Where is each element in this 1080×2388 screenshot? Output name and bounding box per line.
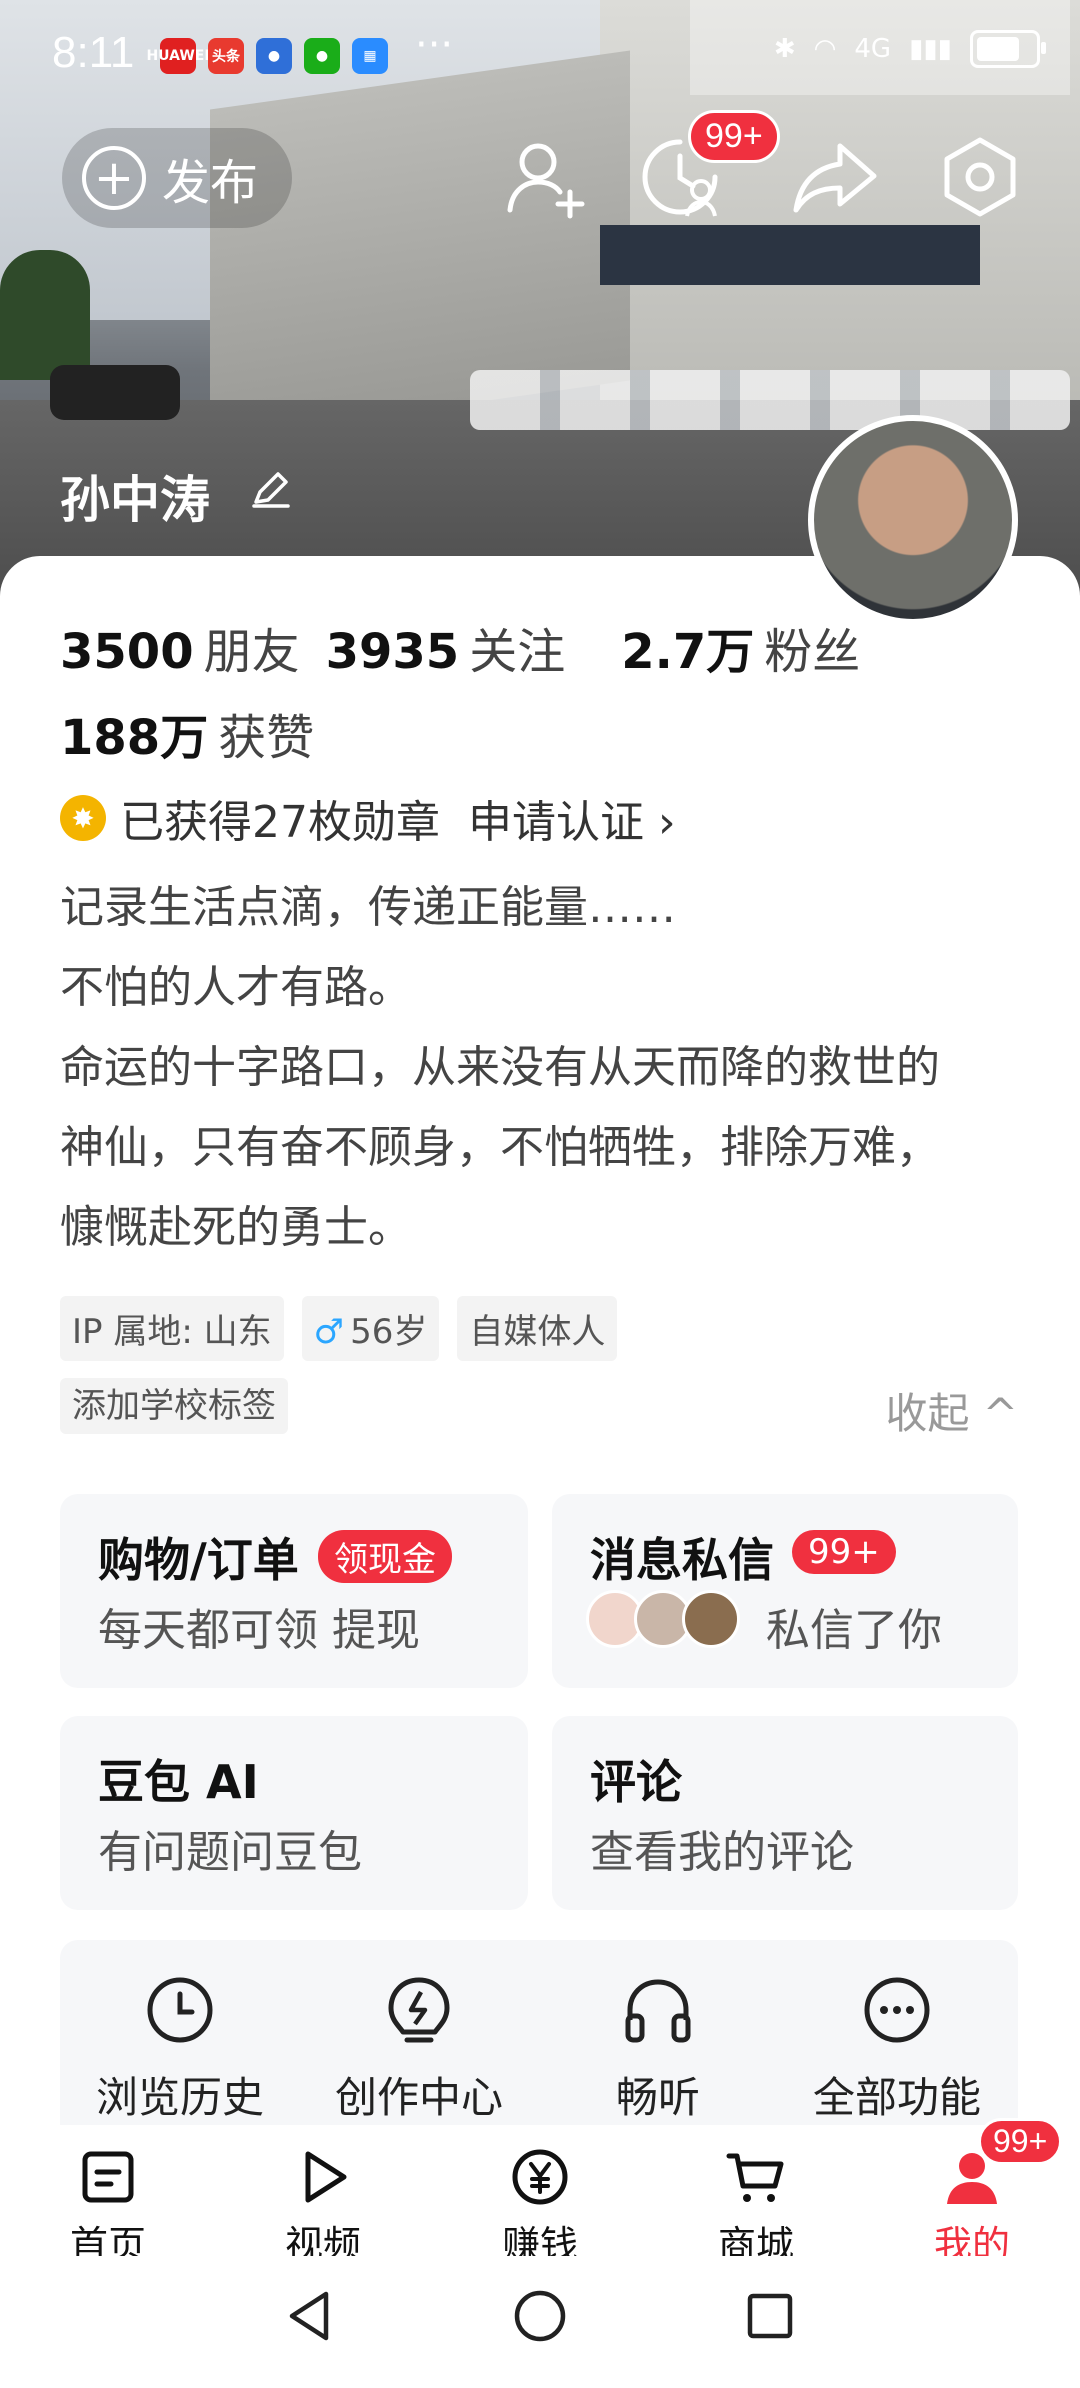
get-cash-badge: 领现金 [318, 1530, 452, 1583]
publish-label: 发布 [162, 155, 259, 211]
followers-count[interactable]: 2.7万 [621, 612, 754, 682]
messages-title: 消息私信 [590, 1533, 774, 1587]
tools-grid: 浏览历史 创作中心 畅听 全部功能 [60, 1940, 1018, 2125]
messages-badge: 99+ [792, 1530, 896, 1574]
age-tag-label: 56岁 [350, 1312, 428, 1352]
tool-history-label: 浏览历史 [95, 2073, 264, 2122]
stats-row: 3500 朋友 3935 关注 2.7万 粉丝 [60, 612, 886, 682]
ip-location-tag: IP 属地: 山东 [60, 1296, 284, 1361]
yuan-icon [512, 2149, 568, 2205]
nav-mine-badge: 99+ [978, 2118, 1063, 2165]
role-tag[interactable]: 自媒体人 [457, 1296, 618, 1361]
bio: 记录生活点滴，传递正能量…… 不怕的人才有路。 命运的十字路口，从来没有从天而降… [60, 868, 1030, 1268]
bluetooth-icon: ✱ [773, 34, 796, 64]
likes-label[interactable]: 获赞 [218, 698, 314, 768]
settings-icon[interactable] [935, 132, 1025, 222]
more-notifications-icon: ··· [415, 22, 454, 68]
following-label[interactable]: 关注 [469, 612, 565, 682]
visitors-badge: 99+ [688, 110, 780, 163]
school-tag-row: 添加学校标签 [60, 1378, 288, 1434]
huawei-app-icon: HUAWEI [146, 38, 210, 74]
app-icon: ● [256, 38, 292, 74]
battery-icon [970, 30, 1046, 68]
headphones-icon [625, 1979, 691, 2043]
friends-label[interactable]: 朋友 [204, 612, 300, 682]
bio-line: 命运的十字路口，从来没有从天而降的救世的 [60, 1042, 940, 1093]
tool-listen[interactable]: 畅听 [558, 1970, 758, 2125]
status-time: 8:11 [52, 28, 135, 77]
network-type: 4G [854, 34, 892, 64]
home-circle-icon[interactable] [510, 2286, 570, 2346]
tool-creator-center[interactable]: 创作中心 [319, 1970, 519, 2125]
profile-screen: 8:11 HUAWEI 头条 ● ● ▦ ··· ✱ ◠ 4G ▮▮▮ + 发布 [0, 0, 1080, 2388]
add-school-tag[interactable]: 添加学校标签 [60, 1378, 288, 1434]
plus-icon: + [82, 146, 146, 210]
followers-label[interactable]: 粉丝 [764, 612, 860, 682]
home-icon [82, 2151, 134, 2203]
share-icon[interactable] [790, 132, 880, 222]
comments-subtitle: 查看我的评论 [590, 1827, 854, 1878]
sender-avatar [682, 1590, 740, 1648]
back-icon[interactable] [280, 2286, 340, 2346]
tool-creator-label: 创作中心 [334, 2073, 503, 2122]
avatar[interactable] [808, 415, 1018, 625]
wechat-app-icon: ● [304, 38, 340, 74]
medals-text[interactable]: 已获得27枚勋章 [120, 786, 440, 850]
bio-line: 慷慨赴死的勇士。 [60, 1202, 412, 1253]
video-icon [305, 2151, 347, 2203]
calendar-app-icon: ▦ [352, 38, 388, 74]
status-bar: 8:11 HUAWEI 头条 ● ● ▦ ··· ✱ ◠ 4G ▮▮▮ [0, 0, 1080, 110]
doubao-ai-card[interactable]: 豆包 AI 有问题问豆包 [60, 1716, 528, 1910]
username: 孙中涛 [60, 471, 210, 529]
signal-icon: ▮▮▮ [909, 34, 952, 64]
following-count[interactable]: 3935 [326, 624, 460, 680]
bio-line: 不怕的人才有路。 [60, 962, 412, 1013]
more-icon [864, 1977, 930, 2043]
likes-row: 188万 获赞 [60, 698, 340, 768]
status-app-icons: HUAWEI 头条 ● ● ▦ [146, 38, 388, 74]
recents-icon[interactable] [740, 2286, 800, 2346]
add-friend-icon[interactable] [500, 132, 590, 222]
clock-icon [147, 1977, 213, 2043]
shopping-orders-card[interactable]: 购物/订单 领现金 每天都可领 提现 [60, 1494, 528, 1688]
nav-earn[interactable]: 赚钱 [470, 2146, 610, 2269]
status-indicators: ✱ ◠ 4G ▮▮▮ [773, 30, 1046, 68]
nav-mall[interactable]: 商城 [686, 2146, 826, 2269]
tool-listen-label: 畅听 [615, 2073, 700, 2122]
doubao-subtitle: 有问题问豆包 [98, 1827, 362, 1878]
tool-all-label: 全部功能 [812, 2073, 981, 2122]
friends-count[interactable]: 3500 [60, 624, 194, 680]
doubao-title: 豆包 AI [98, 1755, 259, 1809]
bio-line: 神仙，只有奋不顾身，不怕牺牲，排除万难， [60, 1122, 940, 1173]
toutiao-app-icon: 头条 [208, 38, 244, 74]
cart-icon [726, 2153, 784, 2202]
medal-row: ✸ 已获得27枚勋章 申请认证 › [60, 786, 676, 850]
bulb-icon [388, 1977, 450, 2043]
comments-card[interactable]: 评论 查看我的评论 [552, 1716, 1018, 1910]
shopping-subtitle: 每天都可领 提现 [98, 1605, 420, 1656]
likes-count[interactable]: 188万 [60, 698, 208, 768]
tool-all-features[interactable]: 全部功能 [797, 1970, 997, 2125]
publish-button[interactable]: + 发布 [62, 128, 293, 228]
comments-title: 评论 [590, 1755, 682, 1809]
shopping-title: 购物/订单 [98, 1533, 299, 1587]
messages-card[interactable]: 消息私信 99+ 私信了你 [552, 1494, 1018, 1688]
system-nav-bar [0, 2256, 1080, 2388]
profile-tags: IP 属地: 山东 ♂ 56岁 自媒体人 [60, 1296, 618, 1361]
messages-subtitle: 私信了你 [766, 1605, 942, 1656]
collapse-button[interactable]: 收起 ^ [885, 1380, 1018, 1441]
gender-icon: ♂ [313, 1312, 345, 1352]
wifi-icon: ◠ [813, 34, 837, 64]
nav-home[interactable]: 首页 [38, 2146, 178, 2269]
tool-history[interactable]: 浏览历史 [80, 1970, 280, 2125]
bio-line: 记录生活点滴，传递正能量…… [60, 882, 676, 933]
medal-icon: ✸ [60, 795, 106, 841]
nav-video[interactable]: 视频 [253, 2146, 393, 2269]
edit-name-icon[interactable] [248, 466, 292, 510]
age-tag[interactable]: ♂ 56岁 [301, 1296, 440, 1361]
bottom-nav: 首页 视频 赚钱 商城 我的 99+ [0, 2118, 1080, 2267]
certify-link[interactable]: 申请认证 › [468, 786, 676, 850]
